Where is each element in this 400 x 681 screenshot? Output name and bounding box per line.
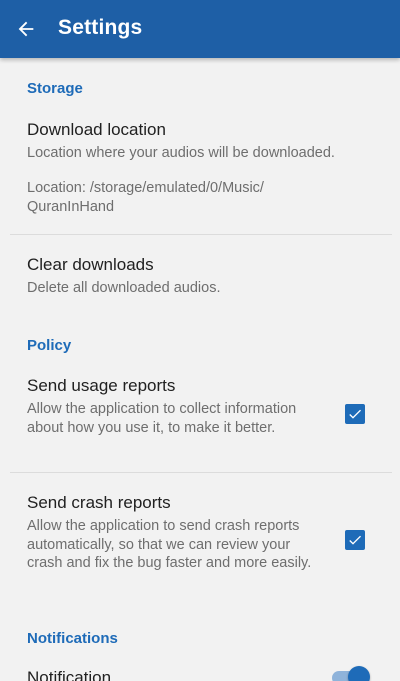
toggle-thumb <box>348 666 370 681</box>
download-location-path-folder: QuranInHand <box>27 199 115 215</box>
pref-summary: Allow the application to collect informa… <box>27 401 297 436</box>
download-location-path: Location: /storage/emulated/0/Music/ <box>27 180 264 196</box>
page-title: Settings <box>58 16 143 39</box>
pref-notification[interactable]: Notification <box>0 650 400 681</box>
arrow-left-icon <box>18 21 34 37</box>
pref-title: Send usage reports <box>27 376 176 395</box>
usage-reports-checkbox[interactable] <box>345 404 365 424</box>
pref-download-location[interactable]: Download location Location where your au… <box>0 102 400 234</box>
back-button[interactable] <box>6 9 46 49</box>
pref-clear-downloads[interactable]: Clear downloads Delete all downloaded au… <box>0 235 400 315</box>
section-header-policy: Policy <box>27 337 72 354</box>
app-bar: Settings <box>0 0 400 58</box>
pref-summary: Allow the application to send crash repo… <box>27 518 312 571</box>
crash-reports-checkbox[interactable] <box>345 530 365 550</box>
pref-summary: Delete all downloaded audios. <box>27 280 221 296</box>
pref-title: Download location <box>27 120 166 139</box>
pref-send-crash-reports[interactable]: Send crash reports Allow the application… <box>0 473 400 613</box>
pref-title: Clear downloads <box>27 255 154 274</box>
pref-title: Send crash reports <box>27 493 171 512</box>
pref-send-usage-reports[interactable]: Send usage reports Allow the application… <box>0 358 400 472</box>
settings-list[interactable]: Storage Download location Location where… <box>0 58 400 681</box>
section-header-storage: Storage <box>27 80 83 97</box>
notification-toggle[interactable] <box>330 666 370 681</box>
check-icon <box>349 535 361 545</box>
check-icon <box>349 409 361 419</box>
pref-title: Notification <box>27 668 112 681</box>
section-header-notifications: Notifications <box>27 630 118 647</box>
pref-summary: Location where your audios will be downl… <box>27 145 335 161</box>
